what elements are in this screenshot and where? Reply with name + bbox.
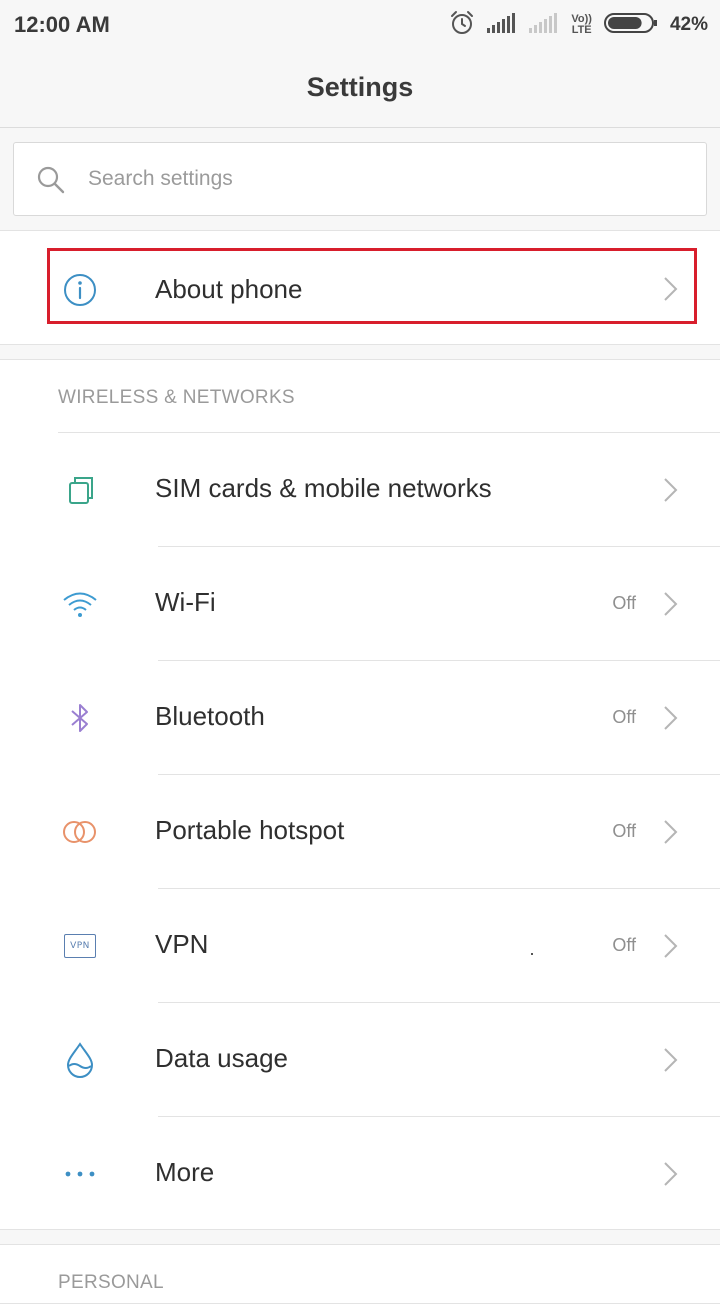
wifi-item[interactable]: Wi-Fi Off [0, 547, 720, 661]
chevron-right-icon [662, 818, 680, 846]
search-box[interactable] [13, 142, 707, 216]
sim-card-icon [60, 470, 100, 510]
status-time: 12:00 AM [14, 12, 110, 37]
sim-cards-label: SIM cards & mobile networks [155, 473, 492, 503]
portable-hotspot-status: Off [612, 821, 636, 841]
signal-icon [487, 12, 517, 39]
status-icons: Vo)) LTE 42% [449, 10, 708, 40]
data-usage-label: Data usage [155, 1043, 288, 1073]
more-label: More [155, 1157, 215, 1187]
chevron-right-icon [662, 1046, 680, 1074]
section-header-wireless: WIRELESS & NETWORKS [58, 387, 295, 408]
search-icon [36, 165, 66, 195]
data-usage-item[interactable]: Data usage [0, 1003, 720, 1117]
chevron-right-icon [662, 932, 680, 960]
data-usage-icon [60, 1040, 100, 1080]
app-bar: Settings [0, 50, 720, 128]
bluetooth-icon [60, 698, 100, 738]
bluetooth-item[interactable]: Bluetooth Off [0, 661, 720, 775]
search-input[interactable] [88, 157, 668, 201]
vpn-badge-text: VPN [64, 934, 96, 958]
more-icon [60, 1154, 100, 1194]
chevron-right-icon [662, 476, 680, 504]
highlight-box [47, 248, 697, 324]
volte-bottom-text: LTE [571, 24, 592, 36]
chevron-right-icon [662, 590, 680, 618]
more-item[interactable]: More [0, 1117, 720, 1231]
section-header-personal: PERSONAL [58, 1272, 164, 1293]
status-bar: 12:00 AM Vo)) LTE 42% [0, 0, 720, 50]
battery-icon [603, 12, 658, 39]
stray-dot [531, 953, 533, 955]
volte-icon: Vo)) LTE [571, 14, 592, 36]
wifi-label: Wi-Fi [155, 587, 216, 617]
bluetooth-status: Off [612, 707, 636, 727]
wireless-section: WIRELESS & NETWORKS SIM cards & mobile n… [0, 359, 720, 1230]
vpn-label: VPN [155, 929, 209, 959]
battery-percent: 42% [669, 14, 708, 35]
portable-hotspot-label: Portable hotspot [155, 815, 345, 845]
chevron-right-icon [662, 1160, 680, 1188]
alarm-icon [449, 10, 475, 41]
vpn-status: Off [612, 935, 636, 955]
personal-section: PERSONAL [0, 1244, 720, 1304]
sim-cards-item[interactable]: SIM cards & mobile networks [0, 433, 720, 547]
bluetooth-label: Bluetooth [155, 701, 265, 731]
about-section: About phone [0, 230, 720, 345]
page-title: Settings [306, 72, 414, 102]
vpn-item[interactable]: VPN VPN Off [0, 889, 720, 1003]
hotspot-icon [60, 812, 100, 852]
wifi-icon [60, 584, 100, 624]
portable-hotspot-item[interactable]: Portable hotspot Off [0, 775, 720, 889]
vpn-icon: VPN [60, 926, 100, 966]
chevron-right-icon [662, 704, 680, 732]
wifi-status: Off [612, 593, 636, 613]
signal-weak-icon [529, 12, 559, 39]
